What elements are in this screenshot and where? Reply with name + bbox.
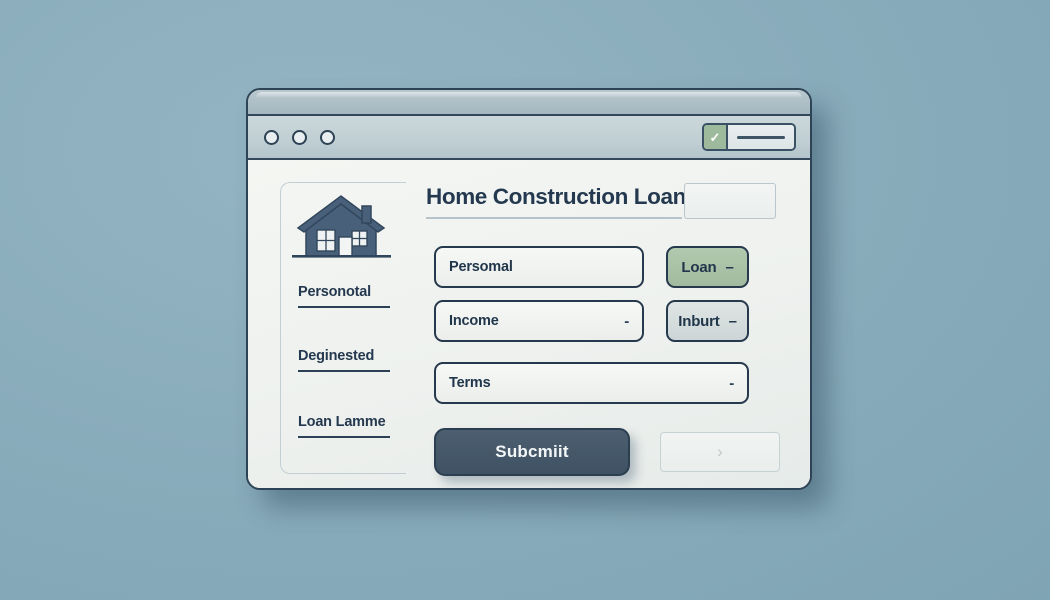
house-icon <box>286 190 396 268</box>
titlebar-widget[interactable]: ✓ <box>702 123 796 151</box>
title-underline <box>426 217 682 219</box>
window-titlebar[interactable]: ✓ <box>248 116 810 160</box>
loan-button-label: Loan <box>681 258 717 276</box>
personal-field[interactable]: Persomal <box>434 246 644 288</box>
income-field-value: Income <box>449 313 499 329</box>
terms-field[interactable]: Terms - <box>434 362 749 404</box>
window-dot-1[interactable] <box>264 129 279 145</box>
window-controls[interactable] <box>264 129 335 145</box>
application-window: ✓ Personotal Deginested Loan Lamme Home … <box>246 88 812 490</box>
submit-button-label: Subcmiit <box>495 442 569 461</box>
next-panel[interactable]: › <box>660 432 780 472</box>
title-side-panel[interactable] <box>684 183 776 219</box>
terms-field-caret: - <box>729 374 734 392</box>
sidebar-item-loan-lamme[interactable]: Loan Lamme <box>298 414 391 438</box>
inburt-button-label: Inburt <box>678 312 720 330</box>
sidebar-item-personotal[interactable]: Personotal <box>298 284 390 308</box>
sidebar-item-label: Personotal <box>298 284 371 300</box>
titlebar-field[interactable] <box>728 125 794 149</box>
inburt-button[interactable]: Inburt – <box>666 300 749 342</box>
income-field-caret: - <box>624 312 629 330</box>
window-dot-3[interactable] <box>320 129 335 145</box>
chevron-right-icon: › <box>717 442 723 461</box>
checkmark-icon[interactable]: ✓ <box>704 125 728 149</box>
income-field[interactable]: Income - <box>434 300 644 342</box>
sidebar-item-label: Deginested <box>298 348 375 364</box>
sidebar-item-deginested[interactable]: Deginested <box>298 348 391 372</box>
window-content: Personotal Deginested Loan Lamme Home Co… <box>248 160 810 488</box>
title-row: Home Construction Loan <box>426 183 776 232</box>
personal-field-value: Persomal <box>449 259 513 275</box>
submit-button[interactable]: Subcmiit <box>434 428 630 476</box>
window-dot-2[interactable] <box>292 129 307 145</box>
page-title: Home Construction Loan <box>426 184 686 209</box>
loan-button[interactable]: Loan – <box>666 246 749 288</box>
horizontal-line-icon <box>737 135 785 139</box>
terms-field-value: Terms <box>449 375 491 391</box>
window-titlebar-upper-strip <box>248 90 810 116</box>
sidebar-item-label: Loan Lamme <box>298 414 386 430</box>
inburt-button-caret: – <box>728 312 737 330</box>
loan-button-caret: – <box>725 258 734 276</box>
